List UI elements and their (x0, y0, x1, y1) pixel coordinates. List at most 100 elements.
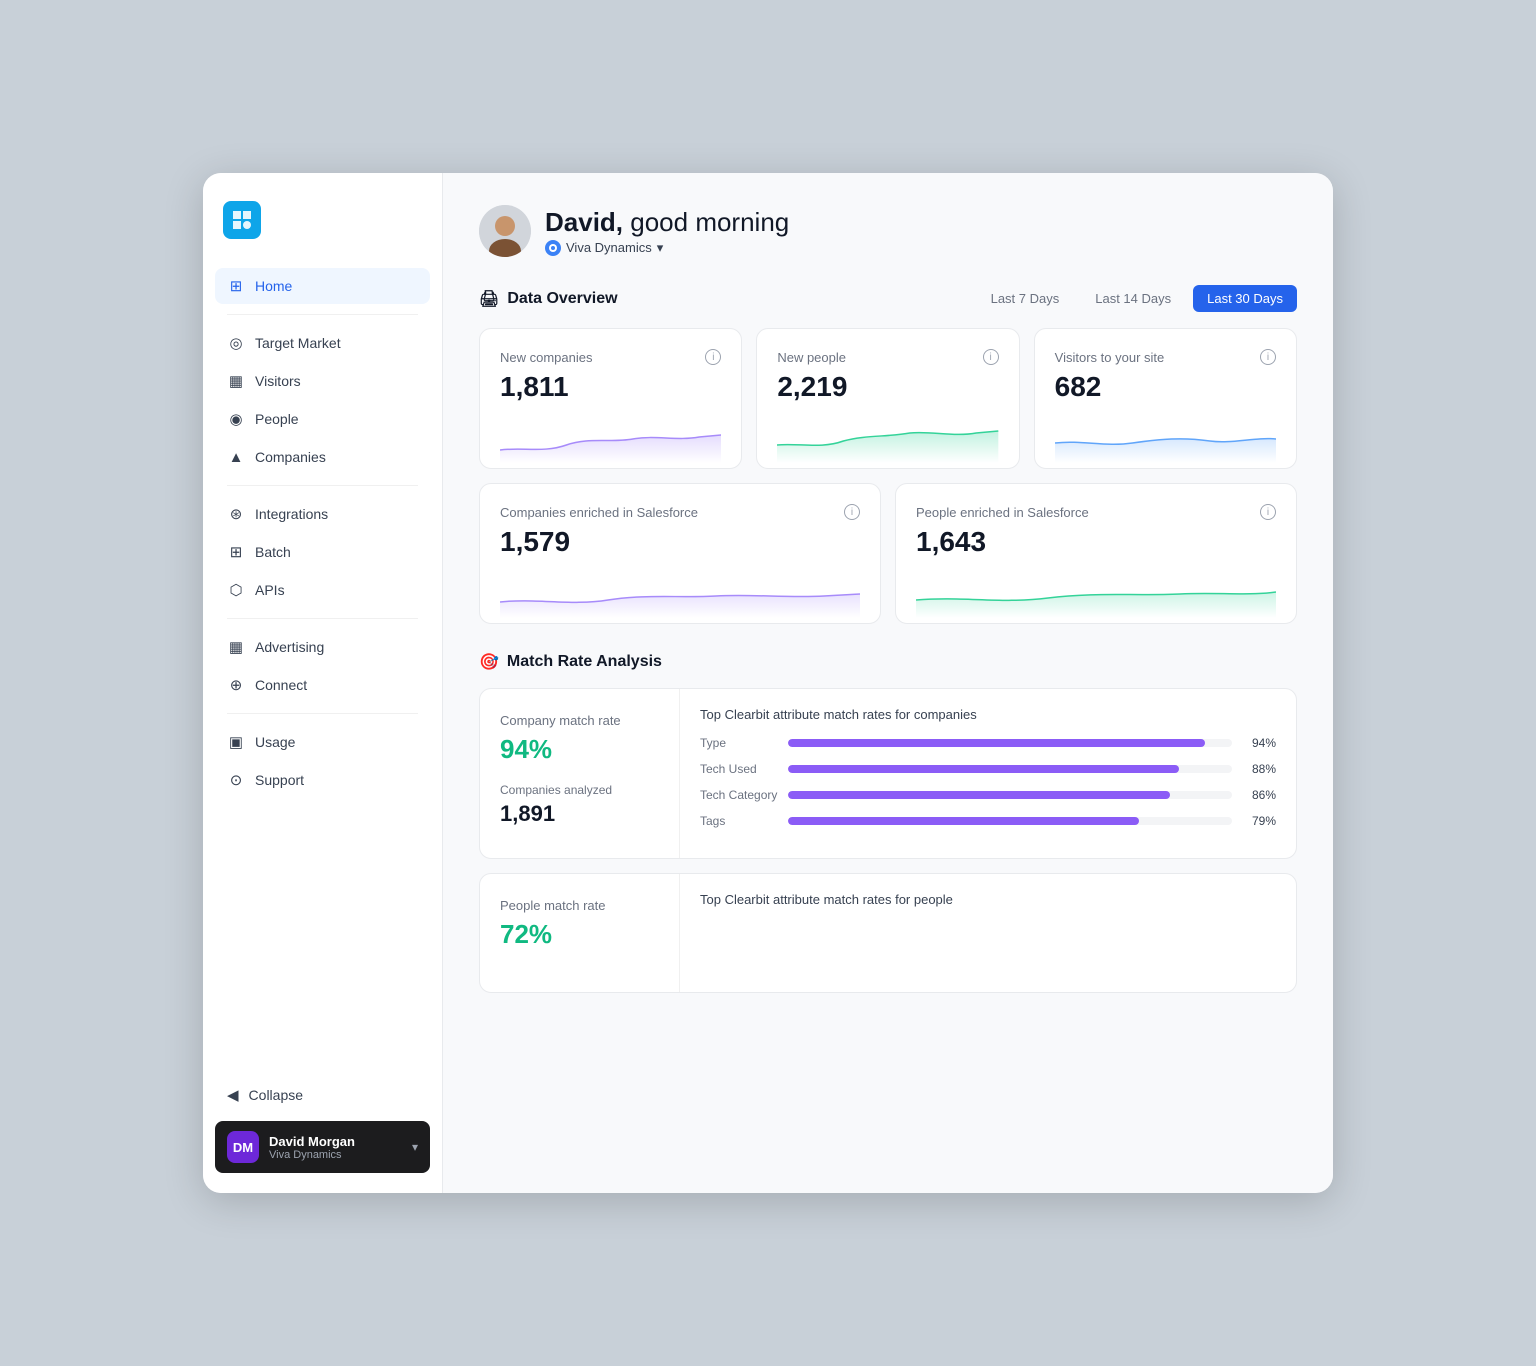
match-rate-icon: 🎯 (479, 652, 499, 672)
info-icon[interactable]: i (983, 349, 999, 365)
collapse-button[interactable]: ◀ Collapse (215, 1077, 430, 1113)
match-rate-header: 🎯 Match Rate Analysis (479, 652, 1297, 672)
greeting-group: David, good morning Viva Dynamics ▾ (545, 207, 789, 256)
card-value: 682 (1055, 371, 1276, 403)
bar-label: Type (700, 736, 780, 750)
company-match-card: Company match rate 94% Companies analyze… (479, 688, 1297, 859)
avatar (479, 205, 531, 257)
section-title-match-rate: 🎯 Match Rate Analysis (479, 652, 662, 672)
sidebar-item-label: Visitors (255, 373, 301, 389)
people-chart-title: Top Clearbit attribute match rates for p… (700, 892, 1276, 907)
sidebar-item-batch[interactable]: ⊞ Batch (215, 534, 430, 570)
sidebar-item-companies[interactable]: ▲ Companies (215, 439, 430, 475)
sidebar-item-label: Connect (255, 677, 307, 693)
info-icon[interactable]: i (844, 504, 860, 520)
bar-track (788, 791, 1232, 799)
user-profile[interactable]: DM David Morgan Viva Dynamics ▾ (215, 1121, 430, 1173)
data-overview-header: 🖨 Data Overview Last 7 Days Last 14 Days… (479, 285, 1297, 312)
page-header: David, good morning Viva Dynamics ▾ (479, 205, 1297, 257)
card-companies-salesforce: Companies enriched in Salesforce i 1,579 (479, 483, 881, 624)
org-badge[interactable]: Viva Dynamics ▾ (545, 240, 789, 256)
bar-row-type: Type 94% (700, 736, 1276, 750)
filter-30-days[interactable]: Last 30 Days (1193, 285, 1297, 312)
visitors-icon: ▦ (227, 372, 245, 390)
bar-pct: 94% (1240, 736, 1276, 750)
home-icon: ⊞ (227, 277, 245, 295)
bar-fill (788, 817, 1139, 825)
sidebar-item-connect[interactable]: ⊕ Connect (215, 667, 430, 703)
info-icon[interactable]: i (705, 349, 721, 365)
integrations-icon: ⊛ (227, 505, 245, 523)
card-label: Companies enriched in Salesforce (500, 505, 698, 520)
sidebar-nav: ⊞ Home ◎ Target Market ▦ Visitors ◉ Peop… (203, 268, 442, 1077)
bar-pct: 88% (1240, 762, 1276, 776)
connect-icon: ⊕ (227, 676, 245, 694)
card-new-companies: New companies i 1,811 (479, 328, 742, 469)
filter-14-days[interactable]: Last 14 Days (1081, 285, 1185, 312)
bar-pct: 86% (1240, 788, 1276, 802)
company-match-label: Company match rate (500, 713, 659, 728)
chevron-down-icon: ▾ (412, 1140, 418, 1154)
sidebar-item-support[interactable]: ⊙ Support (215, 762, 430, 798)
data-overview-icon: 🖨 (479, 289, 499, 309)
sidebar-item-home[interactable]: ⊞ Home (215, 268, 430, 304)
card-value: 1,811 (500, 371, 721, 403)
collapse-label: Collapse (249, 1087, 303, 1103)
avatar: DM (227, 1131, 259, 1163)
bar-track (788, 765, 1232, 773)
main-content: David, good morning Viva Dynamics ▾ 🖨 Da… (443, 173, 1333, 1193)
people-match-card: People match rate 72% Top Clearbit attri… (479, 873, 1297, 993)
people-match-left: People match rate 72% (480, 874, 680, 992)
company-analyzed-value: 1,891 (500, 801, 659, 827)
card-value: 1,643 (916, 526, 1276, 558)
sidebar-item-advertising[interactable]: ▦ Advertising (215, 629, 430, 665)
sidebar-item-usage[interactable]: ▣ Usage (215, 724, 430, 760)
sidebar-item-label: Companies (255, 449, 326, 465)
nav-divider-4 (227, 713, 418, 714)
company-analyzed-label: Companies analyzed (500, 783, 659, 797)
batch-icon: ⊞ (227, 543, 245, 561)
sidebar-item-label: Support (255, 772, 304, 788)
info-icon[interactable]: i (1260, 349, 1276, 365)
sidebar-item-target-market[interactable]: ◎ Target Market (215, 325, 430, 361)
target-market-icon: ◎ (227, 334, 245, 352)
sidebar-item-label: Target Market (255, 335, 341, 351)
card-value: 2,219 (777, 371, 998, 403)
sidebar-item-label: Home (255, 278, 292, 294)
sidebar-item-label: Batch (255, 544, 291, 560)
card-label: Visitors to your site (1055, 350, 1165, 365)
advertising-icon: ▦ (227, 638, 245, 656)
nav-divider-3 (227, 618, 418, 619)
bar-fill (788, 791, 1170, 799)
info-icon[interactable]: i (1260, 504, 1276, 520)
people-match-label: People match rate (500, 898, 659, 913)
match-rate-section: 🎯 Match Rate Analysis Company match rate… (479, 652, 1297, 993)
bar-fill (788, 739, 1205, 747)
companies-icon: ▲ (227, 448, 245, 466)
company-match-rate: 94% (500, 734, 659, 765)
sidebar-item-visitors[interactable]: ▦ Visitors (215, 363, 430, 399)
bar-label: Tech Used (700, 762, 780, 776)
card-visitors-site: Visitors to your site i 682 (1034, 328, 1297, 469)
sidebar-item-apis[interactable]: ⬡ APIs (215, 572, 430, 608)
bar-track (788, 817, 1232, 825)
sidebar-item-label: Usage (255, 734, 295, 750)
bar-row-tech-used: Tech Used 88% (700, 762, 1276, 776)
people-match-rate: 72% (500, 919, 659, 950)
nav-divider-2 (227, 485, 418, 486)
usage-icon: ▣ (227, 733, 245, 751)
user-name: David Morgan (269, 1134, 402, 1149)
sidebar-bottom: ◀ Collapse DM David Morgan Viva Dynamics… (203, 1077, 442, 1173)
company-chart-title: Top Clearbit attribute match rates for c… (700, 707, 1276, 722)
card-people-salesforce: People enriched in Salesforce i 1,643 (895, 483, 1297, 624)
filter-7-days[interactable]: Last 7 Days (977, 285, 1074, 312)
apis-icon: ⬡ (227, 581, 245, 599)
user-company: Viva Dynamics (269, 1149, 402, 1161)
sidebar-item-integrations[interactable]: ⊛ Integrations (215, 496, 430, 532)
sidebar-item-people[interactable]: ◉ People (215, 401, 430, 437)
bar-track (788, 739, 1232, 747)
company-match-left: Company match rate 94% Companies analyze… (480, 689, 680, 858)
stat-cards-row-1: New companies i 1,811 (479, 328, 1297, 469)
sidebar: ⊞ Home ◎ Target Market ▦ Visitors ◉ Peop… (203, 173, 443, 1193)
bar-fill (788, 765, 1179, 773)
